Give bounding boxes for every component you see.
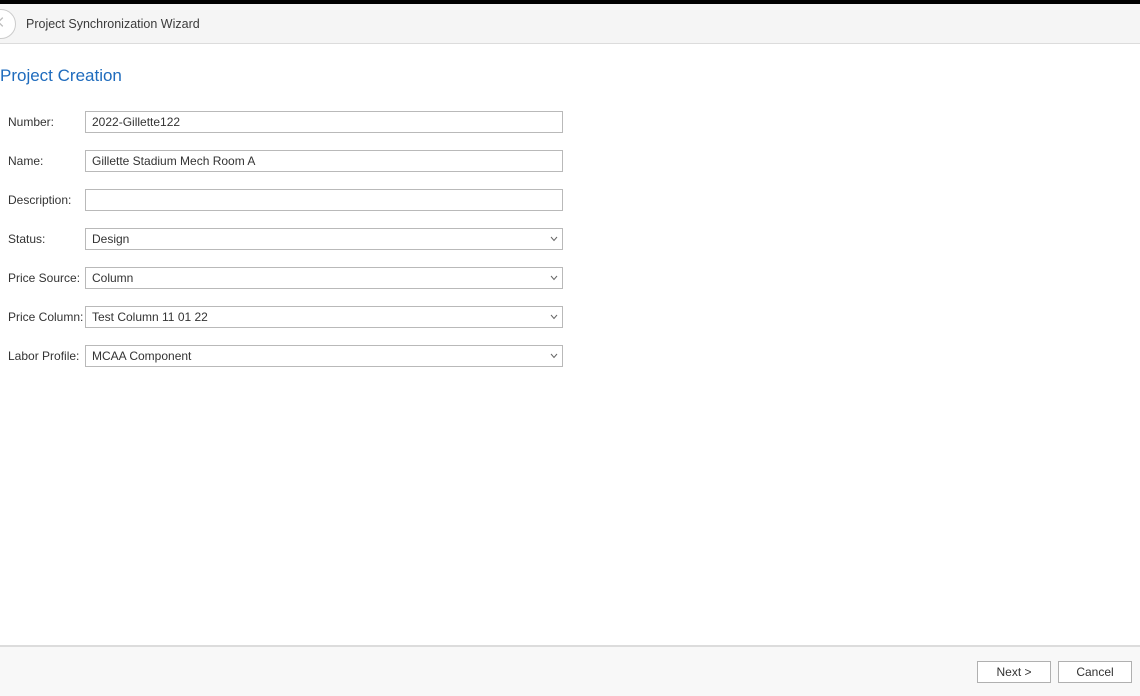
label-labor-profile: Labor Profile: (8, 349, 85, 363)
row-name: Name: (8, 149, 1140, 173)
input-description[interactable] (85, 189, 563, 211)
chevron-down-icon (550, 236, 558, 242)
content-area: Project Creation Number: Name: Descripti… (0, 44, 1140, 646)
dropdown-price-column[interactable]: Test Column 11 01 22 (85, 306, 563, 328)
label-status: Status: (8, 232, 85, 246)
dropdown-price-source[interactable]: Column (85, 267, 563, 289)
chevron-down-icon (550, 275, 558, 281)
dropdown-status[interactable]: Design (85, 228, 563, 250)
arrow-left-icon (0, 15, 8, 32)
next-button[interactable]: Next > (977, 661, 1051, 683)
wizard-footer: Next > Cancel (0, 646, 1140, 696)
row-price-column: Price Column: Test Column 11 01 22 (8, 305, 1140, 329)
input-name[interactable] (85, 150, 563, 172)
label-price-column: Price Column: (8, 310, 85, 324)
row-number: Number: (8, 110, 1140, 134)
label-name: Name: (8, 154, 85, 168)
back-button[interactable] (0, 9, 16, 39)
row-status: Status: Design (8, 227, 1140, 251)
label-price-source: Price Source: (8, 271, 85, 285)
dropdown-status-value: Design (92, 232, 129, 246)
row-description: Description: (8, 188, 1140, 212)
input-number[interactable] (85, 111, 563, 133)
project-creation-form: Number: Name: Description: Status: Desig… (0, 110, 1140, 368)
dropdown-price-column-value: Test Column 11 01 22 (92, 310, 208, 324)
chevron-down-icon (550, 353, 558, 359)
dropdown-labor-profile-value: MCAA Component (92, 349, 191, 363)
chevron-down-icon (550, 314, 558, 320)
row-price-source: Price Source: Column (8, 266, 1140, 290)
window-title: Project Synchronization Wizard (26, 17, 200, 31)
dropdown-price-source-value: Column (92, 271, 133, 285)
label-description: Description: (8, 193, 85, 207)
page-heading: Project Creation (0, 66, 1140, 86)
cancel-button[interactable]: Cancel (1058, 661, 1132, 683)
row-labor-profile: Labor Profile: MCAA Component (8, 344, 1140, 368)
dropdown-labor-profile[interactable]: MCAA Component (85, 345, 563, 367)
title-bar: Project Synchronization Wizard (0, 4, 1140, 44)
label-number: Number: (8, 115, 85, 129)
